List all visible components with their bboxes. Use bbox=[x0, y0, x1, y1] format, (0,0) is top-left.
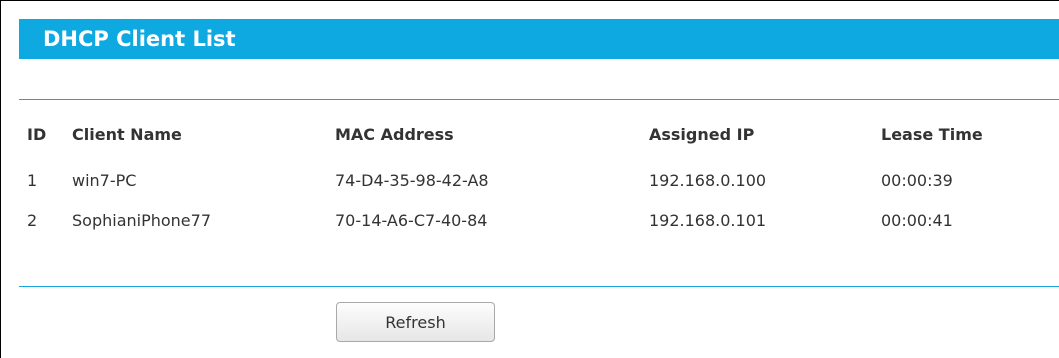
row-2-client-name: SophianiPhone77 bbox=[72, 211, 211, 230]
refresh-button[interactable]: Refresh bbox=[336, 302, 495, 342]
column-header-mac-address: MAC Address bbox=[335, 125, 454, 144]
row-2-assigned-ip: 192.168.0.101 bbox=[649, 211, 767, 230]
row-2-mac-address: 70-14-A6-C7-40-84 bbox=[335, 211, 488, 230]
row-1-mac-address: 74-D4-35-98-42-A8 bbox=[335, 171, 489, 190]
divider-top bbox=[19, 99, 1059, 100]
column-header-assigned-ip: Assigned IP bbox=[649, 125, 755, 144]
column-header-id: ID bbox=[27, 125, 47, 144]
title-bar: DHCP Client List bbox=[19, 19, 1059, 59]
dhcp-client-list-panel: DHCP Client List ID Client Name MAC Addr… bbox=[0, 0, 1059, 358]
row-1-assigned-ip: 192.168.0.100 bbox=[649, 171, 767, 190]
row-1-id: 1 bbox=[27, 171, 38, 190]
row-2-id: 2 bbox=[27, 211, 38, 230]
page-title: DHCP Client List bbox=[43, 27, 236, 51]
column-header-client-name: Client Name bbox=[72, 125, 182, 144]
row-2-lease-time: 00:00:41 bbox=[881, 211, 953, 230]
row-1-client-name: win7-PC bbox=[72, 171, 137, 190]
divider-bottom bbox=[19, 286, 1059, 287]
row-1-lease-time: 00:00:39 bbox=[881, 171, 953, 190]
column-header-lease-time: Lease Time bbox=[881, 125, 983, 144]
